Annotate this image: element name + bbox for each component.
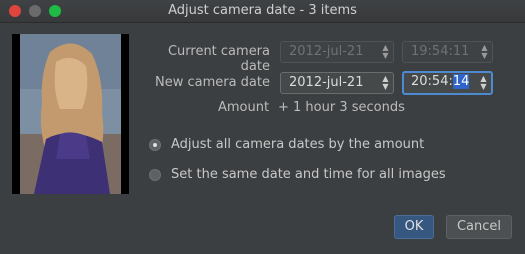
current-time-field: 19:54:11 ▲ ▼	[402, 41, 493, 63]
current-time-spinner: ▲ ▼	[480, 44, 489, 60]
amount-label: Amount	[218, 100, 270, 115]
current-date-field: 2012-jul-21 ▲ ▼	[280, 41, 394, 63]
new-time-selected-seconds: 14	[452, 74, 470, 89]
window-title: Adjust camera date - 3 items	[168, 3, 357, 18]
new-date-value: 2012-jul-21	[289, 75, 364, 90]
new-date-spinner[interactable]: ▲ ▼	[381, 75, 390, 91]
new-date-field[interactable]: 2012-jul-21 ▲ ▼	[280, 72, 394, 94]
current-time-value: 19:54:11	[411, 44, 470, 59]
image-preview	[12, 34, 129, 194]
current-date-label: Current camera date	[167, 44, 270, 74]
current-date-spinner: ▲ ▼	[381, 44, 390, 60]
new-time-value: 20:54:	[411, 74, 453, 89]
adjust-by-amount-label: Adjust all camera dates by the amount	[171, 137, 425, 152]
radio-unchecked-icon[interactable]	[149, 169, 161, 181]
ok-button[interactable]: OK	[394, 215, 434, 239]
current-date-value: 2012-jul-21	[289, 44, 364, 59]
radio-checked-icon[interactable]	[149, 139, 161, 151]
spinner-down-icon[interactable]: ▼	[479, 83, 488, 91]
spinner-down-icon: ▼	[382, 51, 389, 60]
spinner-down-icon[interactable]: ▼	[381, 83, 390, 91]
title-bar: Adjust camera date - 3 items	[0, 0, 525, 23]
spinner-down-icon: ▼	[481, 51, 488, 60]
cancel-button[interactable]: Cancel	[446, 215, 512, 239]
child-photo	[20, 34, 121, 194]
same-date-label: Set the same date and time for all image…	[171, 167, 446, 182]
amount-value: + 1 hour 3 seconds	[278, 100, 405, 115]
new-date-label: New camera date	[154, 75, 270, 90]
new-time-field[interactable]: 20:54:14 ▲ ▼	[402, 71, 493, 95]
new-time-spinner[interactable]: ▲ ▼	[479, 75, 488, 91]
